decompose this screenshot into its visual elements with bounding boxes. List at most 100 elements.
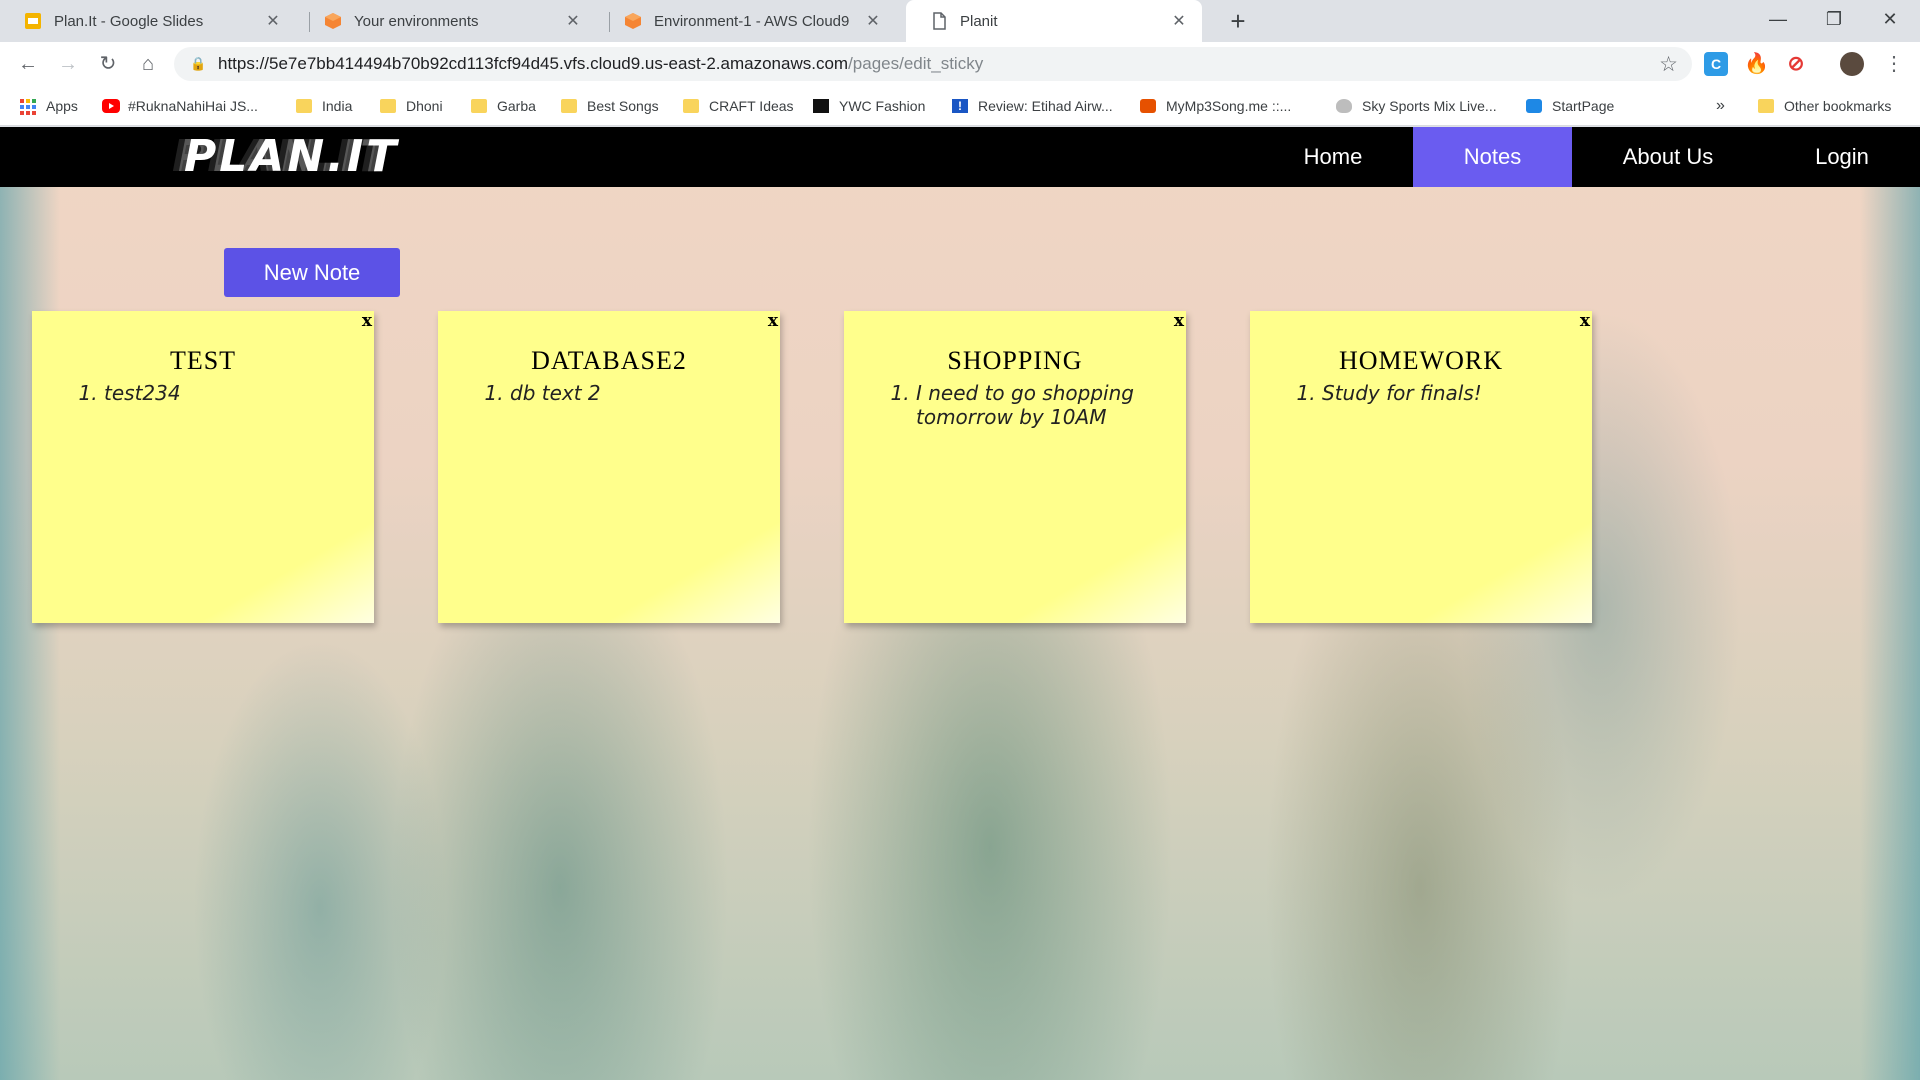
- lock-icon: 🔒: [190, 56, 207, 71]
- bookmark-label: Best Songs: [587, 98, 659, 114]
- browser-tab-active[interactable]: Planit ✕: [906, 0, 1202, 42]
- url-path: /pages/edit_sticky: [848, 54, 984, 73]
- page-icon: [930, 12, 948, 30]
- nav-about-us[interactable]: About Us: [1572, 127, 1764, 187]
- extension-flame-icon[interactable]: 🔥: [1744, 52, 1769, 76]
- new-note-button[interactable]: New Note: [224, 248, 400, 297]
- bookmark-label: YWC Fashion: [839, 98, 926, 114]
- note-item: test234: [104, 381, 342, 405]
- page-content: PLAN.IT Home Notes About Us Login New No…: [0, 127, 1920, 1080]
- bookmark-item[interactable]: #RuknaNahiHai JS...: [102, 95, 258, 117]
- other-bookmarks[interactable]: Other bookmarks: [1758, 95, 1891, 117]
- note-list: db text 2: [488, 381, 748, 405]
- bookmark-item[interactable]: YWC Fashion: [813, 95, 925, 117]
- bookmark-label: Review: Etihad Airw...: [978, 98, 1113, 114]
- site-navbar: PLAN.IT Home Notes About Us Login: [0, 127, 1920, 187]
- bookmarks-overflow-button[interactable]: »: [1716, 95, 1725, 117]
- note-list: test234: [82, 381, 342, 405]
- restore-icon[interactable]: ❐: [1806, 0, 1862, 42]
- sticky-note[interactable]: x DATABASE2 db text 2: [438, 311, 780, 623]
- bookmark-item[interactable]: Sky Sports Mix Live...: [1336, 95, 1497, 117]
- note-item: db text 2: [510, 381, 748, 405]
- minimize-icon[interactable]: —: [1750, 0, 1806, 42]
- bookmark-label: #RuknaNahiHai JS...: [128, 98, 258, 114]
- aws-cloud9-icon: [324, 12, 342, 30]
- note-list: I need to go shopping tomorrow by 10AM: [894, 381, 1154, 429]
- note-item: Study for finals!: [1322, 381, 1560, 405]
- reload-icon[interactable]: ↻: [94, 50, 122, 78]
- bookmark-item[interactable]: ! Review: Etihad Airw...: [952, 95, 1113, 117]
- bookmarks-bar: Apps #RuknaNahiHai JS... India Dhoni Gar…: [0, 86, 1920, 126]
- sticky-note[interactable]: x SHOPPING I need to go shopping tomorro…: [844, 311, 1186, 623]
- folder-icon: [683, 99, 699, 113]
- aws-cloud9-icon: [624, 12, 642, 30]
- bookmark-label: Other bookmarks: [1784, 98, 1892, 114]
- note-item: I need to go shopping tomorrow by 10AM: [916, 381, 1154, 429]
- alert-icon: !: [952, 99, 968, 113]
- url-host: https://5e7e7bb414494b70b92cd113fcf94d45…: [218, 54, 849, 73]
- extension-block-icon[interactable]: ⊘: [1784, 52, 1808, 76]
- bookmark-apps[interactable]: Apps: [20, 95, 78, 117]
- sticky-note[interactable]: x TEST test234: [32, 311, 374, 623]
- sticky-note[interactable]: x HOMEWORK Study for finals!: [1250, 311, 1592, 623]
- bookmark-label: MyMp3Song.me ::...: [1166, 98, 1292, 114]
- delete-note-button[interactable]: x: [1580, 311, 1590, 331]
- forward-icon[interactable]: →: [54, 50, 82, 78]
- bookmark-label: Apps: [46, 98, 78, 114]
- folder-icon: [1758, 99, 1774, 113]
- back-icon[interactable]: ←: [14, 50, 42, 78]
- nav-notes[interactable]: Notes: [1413, 127, 1572, 187]
- close-window-icon[interactable]: ✕: [1862, 0, 1918, 42]
- new-tab-button[interactable]: +: [1222, 6, 1254, 38]
- bookmark-label: Dhoni: [406, 98, 443, 114]
- note-title: TEST: [169, 346, 237, 375]
- bookmark-folder[interactable]: Best Songs: [561, 95, 659, 117]
- address-bar[interactable]: 🔒 https://5e7e7bb414494b70b92cd113fcf94d…: [174, 47, 1692, 81]
- nav-login[interactable]: Login: [1764, 127, 1920, 187]
- menu-kebab-icon[interactable]: ⋮: [1880, 50, 1908, 78]
- note-title: HOMEWORK: [1339, 346, 1503, 375]
- bulb-icon: [1336, 99, 1352, 113]
- folder-icon: [296, 99, 312, 113]
- browser-tab[interactable]: Plan.It - Google Slides ✕: [0, 0, 296, 42]
- tab-close-icon[interactable]: ✕: [864, 11, 882, 31]
- bookmark-label: Garba: [497, 98, 536, 114]
- delete-note-button[interactable]: x: [1174, 311, 1184, 331]
- browser-toolbar: ← → ↻ ⌂ 🔒 https://5e7e7bb414494b70b92cd1…: [0, 42, 1920, 86]
- bookmark-folder[interactable]: Dhoni: [380, 95, 443, 117]
- bookmark-item[interactable]: StartPage: [1526, 95, 1614, 117]
- browser-tab[interactable]: Environment-1 - AWS Cloud9 ✕: [600, 0, 896, 42]
- bookmark-folder[interactable]: CRAFT Ideas: [683, 95, 794, 117]
- tab-title: Plan.It - Google Slides: [54, 12, 204, 30]
- delete-note-button[interactable]: x: [362, 311, 372, 331]
- bookmark-label: StartPage: [1552, 98, 1615, 114]
- nav-home[interactable]: Home: [1283, 127, 1383, 187]
- folder-icon: [380, 99, 396, 113]
- tab-close-icon[interactable]: ✕: [264, 11, 282, 31]
- note-title: DATABASE2: [531, 346, 687, 375]
- note-list: Study for finals!: [1300, 381, 1560, 405]
- bookmark-folder[interactable]: Garba: [471, 95, 536, 117]
- home-icon[interactable]: ⌂: [134, 50, 162, 78]
- startpage-icon: [1526, 99, 1542, 113]
- tab-close-icon[interactable]: ✕: [564, 11, 582, 31]
- tab-title: Environment-1 - AWS Cloud9: [654, 12, 850, 30]
- browser-tab[interactable]: Your environments ✕: [300, 0, 596, 42]
- note-title: SHOPPING: [947, 346, 1083, 375]
- folder-icon: [561, 99, 577, 113]
- apps-grid-icon: [20, 99, 36, 115]
- tab-close-icon[interactable]: ✕: [1170, 11, 1188, 31]
- site-logo[interactable]: PLAN.IT: [184, 135, 399, 179]
- music-icon: [1140, 99, 1156, 113]
- avatar[interactable]: [1840, 52, 1864, 76]
- delete-note-button[interactable]: x: [768, 311, 778, 331]
- folder-icon: [471, 99, 487, 113]
- extension-c-icon[interactable]: C: [1704, 52, 1728, 76]
- bookmark-label: CRAFT Ideas: [709, 98, 794, 114]
- bookmark-label: Sky Sports Mix Live...: [1362, 98, 1497, 114]
- bookmark-label: India: [322, 98, 353, 114]
- google-slides-icon: [24, 12, 42, 30]
- bookmark-item[interactable]: MyMp3Song.me ::...: [1140, 95, 1291, 117]
- bookmark-folder[interactable]: India: [296, 95, 352, 117]
- bookmark-star-icon[interactable]: ☆: [1659, 52, 1678, 77]
